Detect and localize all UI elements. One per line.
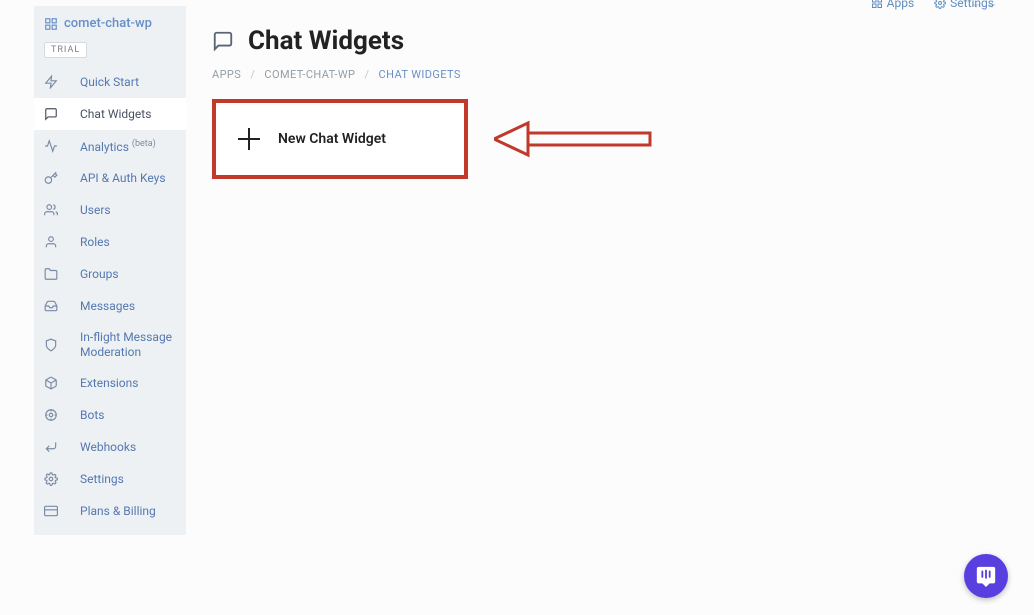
new-chat-widget-button[interactable]: New Chat Widget <box>216 103 464 175</box>
app-name: comet-chat-wp <box>64 16 152 31</box>
sidebar-item-label: Plans & Billing <box>80 504 186 518</box>
sidebar-item-label: In-flight Message Moderation <box>80 330 186 360</box>
sidebar-item-settings[interactable]: Settings <box>34 463 186 495</box>
key-icon <box>34 162 68 194</box>
sidebar-item-label: Settings <box>80 472 186 486</box>
breadcrumb-current: CHAT WIDGETS <box>379 68 461 81</box>
credit-card-icon <box>34 495 68 527</box>
breadcrumb-apps[interactable]: APPS <box>212 68 241 81</box>
trial-badge: TRIAL <box>44 42 87 58</box>
sidebar-item-in-flight-moderation[interactable]: In-flight Message Moderation <box>34 322 186 367</box>
user-icon <box>34 226 68 258</box>
sidebar-item-label: Roles <box>80 235 186 249</box>
sidebar-item-analytics[interactable]: Analytics (beta) <box>34 130 186 162</box>
app-header: comet-chat-wp TRIAL <box>34 6 186 66</box>
new-chat-widget-label: New Chat Widget <box>278 131 386 147</box>
bot-icon <box>34 399 68 431</box>
sidebar-item-label: Users <box>80 203 186 217</box>
sidebar-item-label: Quick Start <box>80 75 186 89</box>
sidebar-item-extensions[interactable]: Extensions <box>34 367 186 399</box>
sidebar-item-label: Groups <box>80 267 186 281</box>
sidebar-item-chat-widgets[interactable]: Chat Widgets <box>34 98 186 130</box>
sidebar-item-label: Analytics (beta) <box>80 139 186 154</box>
sidebar-item-label: API & Auth Keys <box>80 171 186 185</box>
intercom-launcher[interactable] <box>964 554 1008 598</box>
sidebar: comet-chat-wp TRIAL Quick Start Chat Wid… <box>34 6 186 535</box>
sidebar-item-users[interactable]: Users <box>34 194 186 226</box>
chat-icon <box>34 98 68 130</box>
sidebar-item-bots[interactable]: Bots <box>34 399 186 431</box>
page-title-row: Chat Widgets <box>212 26 1034 56</box>
sidebar-item-webhooks[interactable]: Webhooks <box>34 431 186 463</box>
topbar-dropdown-carets[interactable] <box>970 0 998 12</box>
annotation-arrow-icon <box>494 117 664 161</box>
sidebar-item-label: Webhooks <box>80 440 186 454</box>
sidebar-item-api-auth-keys[interactable]: API & Auth Keys <box>34 162 186 194</box>
sidebar-item-messages[interactable]: Messages <box>34 290 186 322</box>
app-grid-icon <box>44 17 58 31</box>
breadcrumb: APPS / COMET-CHAT-WP / CHAT WIDGETS <box>212 68 1034 81</box>
main-content: Chat Widgets APPS / COMET-CHAT-WP / CHAT… <box>186 6 1034 535</box>
shield-icon <box>34 329 68 361</box>
users-icon <box>34 194 68 226</box>
sidebar-item-plans-billing[interactable]: Plans & Billing <box>34 495 186 527</box>
sidebar-item-label: Messages <box>80 299 186 313</box>
sidebar-item-roles[interactable]: Roles <box>34 226 186 258</box>
package-icon <box>34 367 68 399</box>
intercom-icon <box>975 565 997 587</box>
page-title: Chat Widgets <box>248 26 404 56</box>
folder-icon <box>34 258 68 290</box>
annotation-highlight: New Chat Widget <box>212 99 468 179</box>
inbox-icon <box>34 290 68 322</box>
sidebar-item-quick-start[interactable]: Quick Start <box>34 66 186 98</box>
breadcrumb-app[interactable]: COMET-CHAT-WP <box>264 68 355 81</box>
sidebar-item-groups[interactable]: Groups <box>34 258 186 290</box>
zap-icon <box>34 66 68 98</box>
breadcrumb-separator: / <box>364 68 369 81</box>
gear-icon <box>34 463 68 495</box>
activity-icon <box>34 130 68 162</box>
chat-icon <box>212 30 234 52</box>
plus-icon <box>238 128 260 150</box>
breadcrumb-separator: / <box>250 68 255 81</box>
sidebar-item-label: Chat Widgets <box>80 107 186 121</box>
reply-icon <box>34 431 68 463</box>
sidebar-item-label: Extensions <box>80 376 186 390</box>
sidebar-item-label: Bots <box>80 408 186 422</box>
